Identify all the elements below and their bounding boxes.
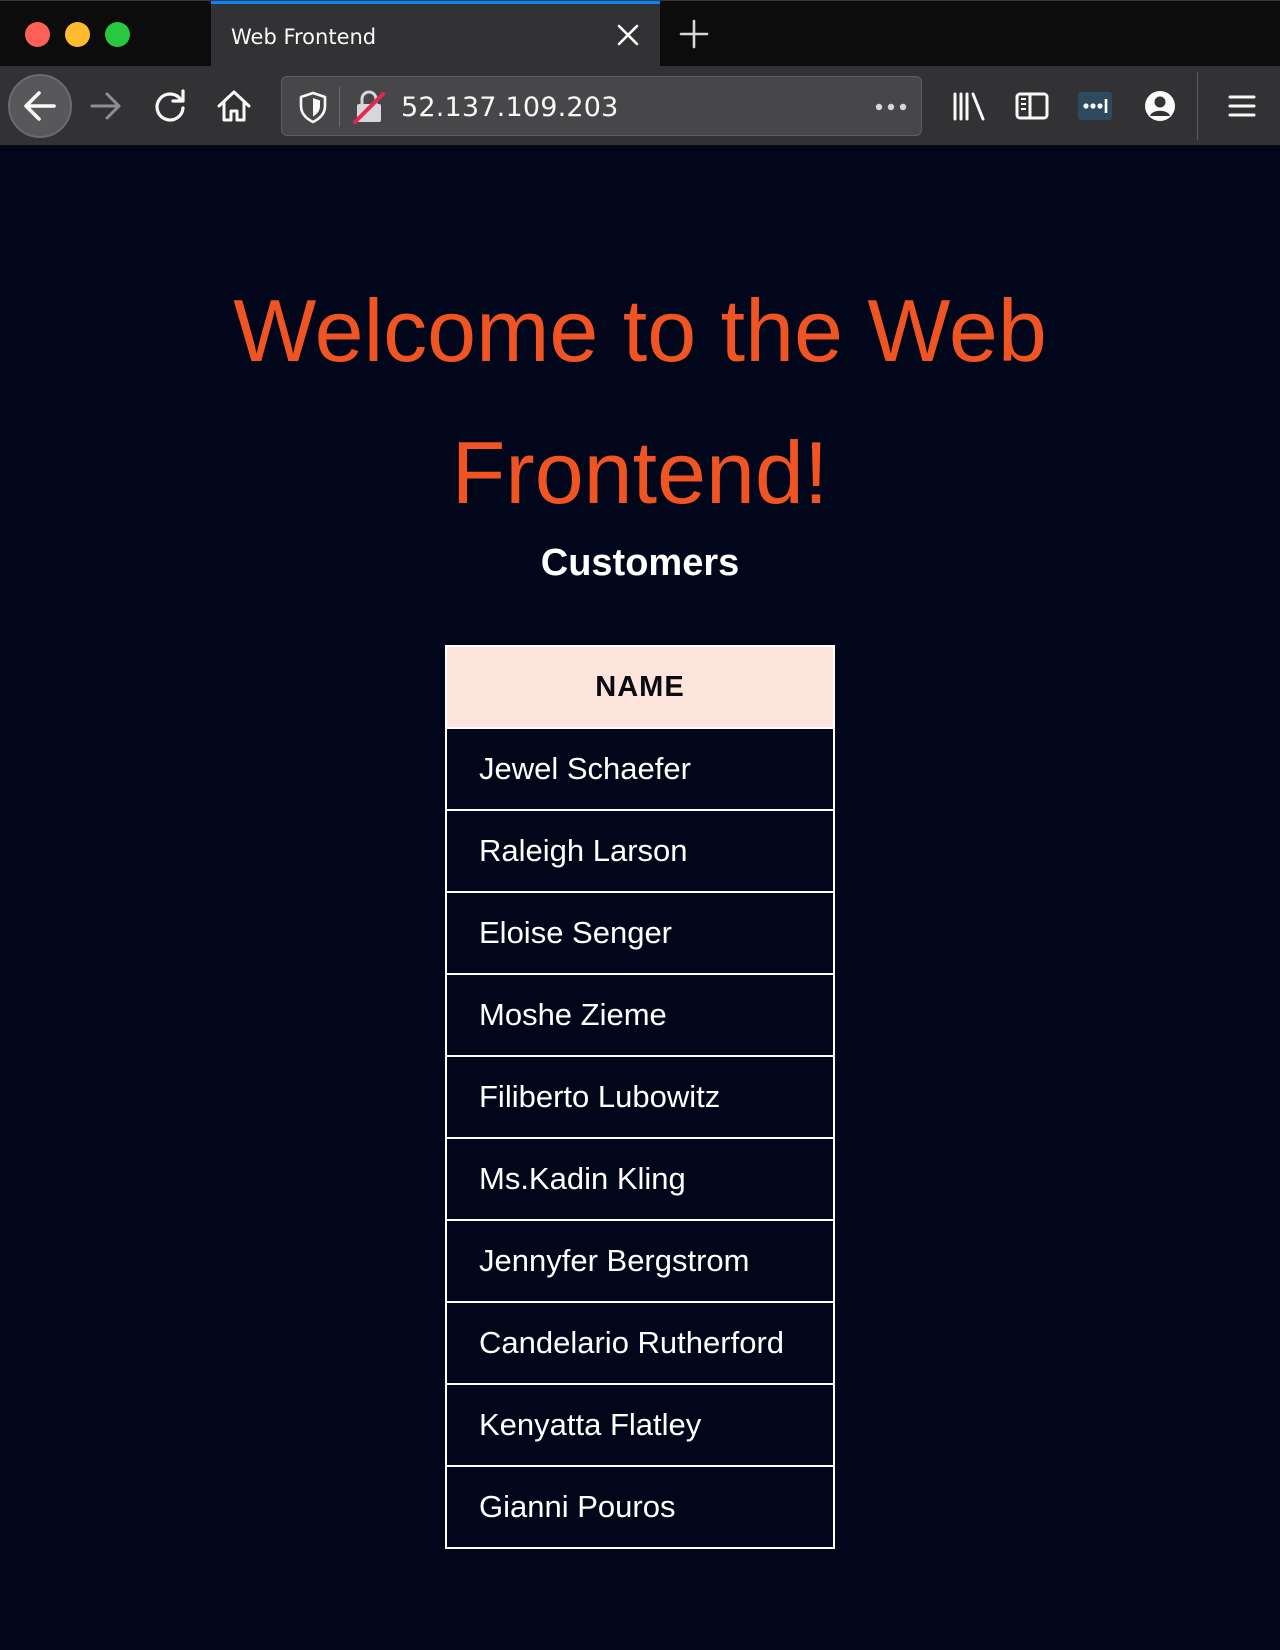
table-row: Gianni Pouros (445, 1465, 835, 1549)
close-tab-icon[interactable] (614, 21, 642, 49)
table-row: Candelario Rutherford (445, 1301, 835, 1385)
title-bar: Web Frontend (0, 0, 1280, 67)
forward-icon[interactable] (86, 86, 126, 126)
table-row: Moshe Zieme (445, 973, 835, 1057)
back-icon (24, 91, 56, 121)
account-icon[interactable] (1140, 86, 1180, 126)
tracking-shield-icon[interactable] (296, 89, 330, 125)
address-bar[interactable]: 52.137.109.203 (281, 76, 922, 136)
page-title: Welcome to the Web Frontend! (233, 281, 1047, 522)
table-row: Eloise Senger (445, 891, 835, 975)
new-tab-icon[interactable] (678, 18, 710, 50)
reload-icon[interactable] (150, 86, 190, 126)
customers-table: NAME Jewel Schaefer Raleigh Larson Elois… (445, 645, 835, 1549)
section-title-customers: Customers (540, 542, 740, 584)
navigation-toolbar: 52.137.109.203 (0, 66, 1280, 146)
customer-name-cell: Jennyfer Bergstrom (445, 1219, 835, 1303)
customer-name-cell: Candelario Rutherford (445, 1301, 835, 1385)
table-row: Jewel Schaefer (445, 727, 835, 811)
column-header-name: NAME (445, 645, 835, 729)
tab-title: Web Frontend (231, 25, 377, 49)
customer-name-cell: Jewel Schaefer (445, 727, 835, 811)
minimize-window-button[interactable] (65, 22, 90, 47)
tab-web-frontend[interactable]: Web Frontend (211, 1, 660, 67)
customer-name-cell: Ms.Kadin Kling (445, 1137, 835, 1221)
table-row: Filiberto Lubowitz (445, 1055, 835, 1139)
back-button[interactable] (8, 74, 72, 138)
insecure-lock-icon[interactable] (352, 89, 386, 125)
address-bar-divider (339, 87, 340, 127)
table-row: Ms.Kadin Kling (445, 1137, 835, 1221)
toolbar-divider (1197, 72, 1198, 140)
customer-name-cell: Raleigh Larson (445, 809, 835, 893)
page-content: Welcome to the Web Frontend! Customers N… (0, 146, 1280, 1650)
menu-icon[interactable] (1222, 86, 1262, 126)
maximize-window-button[interactable] (105, 22, 130, 47)
close-window-button[interactable] (25, 22, 50, 47)
home-icon[interactable] (214, 86, 254, 126)
customer-name-cell: Gianni Pouros (445, 1465, 835, 1549)
customer-name-cell: Kenyatta Flatley (445, 1383, 835, 1467)
url-text[interactable]: 52.137.109.203 (401, 92, 619, 123)
sidebar-icon[interactable] (1012, 86, 1052, 126)
page-actions-icon[interactable] (873, 93, 909, 121)
table-row: Jennyfer Bergstrom (445, 1219, 835, 1303)
table-row: Kenyatta Flatley (445, 1383, 835, 1467)
table-header-row: NAME (445, 645, 835, 729)
customer-name-cell: Moshe Zieme (445, 973, 835, 1057)
customer-name-cell: Filiberto Lubowitz (445, 1055, 835, 1139)
extension-icon[interactable] (1075, 86, 1115, 126)
library-icon[interactable] (949, 86, 989, 126)
table-row: Raleigh Larson (445, 809, 835, 893)
customer-name-cell: Eloise Senger (445, 891, 835, 975)
